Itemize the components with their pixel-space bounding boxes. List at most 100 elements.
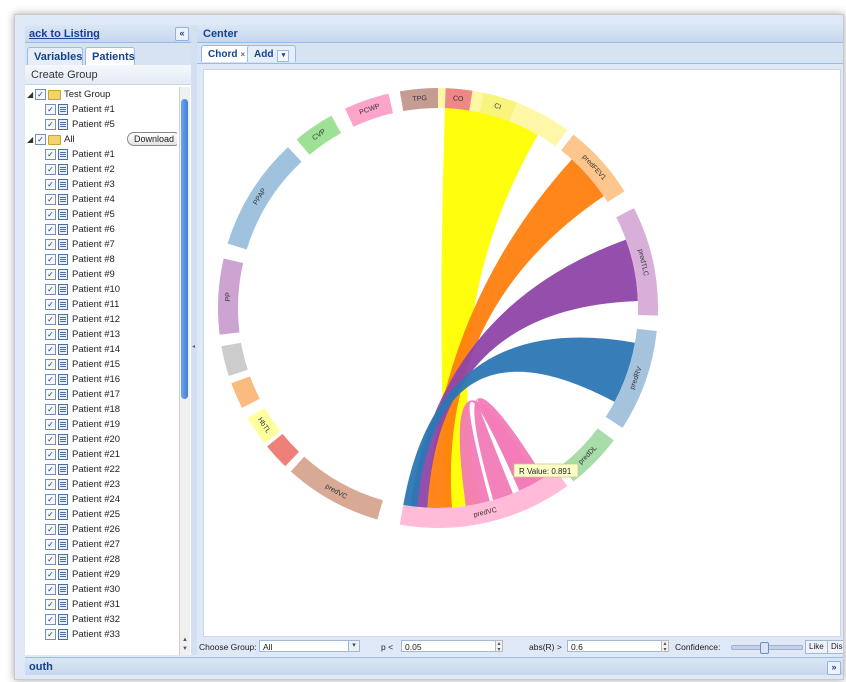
create-group-button[interactable]: Create Group [25,65,191,85]
checkbox[interactable]: ✓ [35,134,46,145]
tree-item[interactable]: ✓ Patient #27 [25,537,177,552]
tree-item[interactable]: ✓ Patient #18 [25,402,177,417]
chord-segment[interactable] [267,433,300,467]
tree-item[interactable]: ✓ Patient #31 [25,597,177,612]
tree-item[interactable]: ✓ Patient #4 [25,192,177,207]
checkbox[interactable]: ✓ [45,343,56,355]
tree-scrollbar[interactable]: ▲ ▼ [179,87,190,655]
chord-segment[interactable] [231,376,260,408]
tab-chord-label[interactable]: Chord [208,49,237,60]
checkbox[interactable]: ✓ [45,118,56,130]
tree-item[interactable]: ✓ Patient #8 [25,252,177,267]
tab-add[interactable]: Add ▾ [247,45,297,62]
like-button[interactable]: Like [805,640,828,654]
tree-item[interactable]: ✓ Patient #28 [25,552,177,567]
checkbox[interactable]: ✓ [45,538,56,550]
tree-item[interactable]: ✓ Patient #3 [25,177,177,192]
checkbox[interactable]: ✓ [45,298,56,310]
chevron-down-icon[interactable]: ▾ [277,50,290,62]
checkbox[interactable]: ✓ [45,373,56,385]
chevron-down-icon[interactable]: ▾ [348,640,360,652]
tree-item[interactable]: ✓ Patient #13 [25,327,177,342]
tree-group[interactable]: ◢ ✓ Test Group [25,87,177,102]
split-arrow-icon[interactable]: ◂ [192,343,195,350]
checkbox[interactable]: ✓ [45,223,56,235]
scroll-down-icon[interactable]: ▼ [181,645,189,653]
tree-item[interactable]: ✓ Patient #22 [25,462,177,477]
tree-item[interactable]: ✓ Patient #5 [25,117,177,132]
checkbox[interactable]: ✓ [45,478,56,490]
tab-chord[interactable]: Chord × [201,45,253,62]
checkbox[interactable]: ✓ [45,583,56,595]
checkbox[interactable]: ✓ [45,208,56,220]
tree-item[interactable]: ✓ Patient #21 [25,447,177,462]
tree-item[interactable]: ✓ Patient #1 [25,102,177,117]
tree-item[interactable]: ✓ Patient #16 [25,372,177,387]
tab-patients[interactable]: Patients [85,47,135,65]
dislike-button[interactable]: Dis [827,640,843,654]
tree-item[interactable]: ✓ Patient #15 [25,357,177,372]
checkbox[interactable]: ✓ [45,283,56,295]
checkbox[interactable]: ✓ [45,103,56,115]
confidence-slider-thumb[interactable] [759,642,769,654]
tree-item[interactable]: ✓ Patient #5 [25,207,177,222]
tab-variables[interactable]: Variables [27,47,83,65]
close-icon[interactable]: × [240,50,245,59]
tree-item[interactable]: ✓ Patient #20 [25,432,177,447]
expand-south-icon[interactable]: » [827,661,841,675]
checkbox[interactable]: ✓ [45,508,56,520]
checkbox[interactable]: ✓ [45,553,56,565]
abs-r-field[interactable]: 0.6 [567,640,663,652]
checkbox[interactable]: ✓ [45,628,56,640]
download-button[interactable]: Download [127,132,177,146]
tree-item[interactable]: ✓ Patient #10 [25,282,177,297]
tree-item[interactable]: ✓ Patient #26 [25,522,177,537]
tree-item[interactable]: ✓ Patient #19 [25,417,177,432]
checkbox[interactable]: ✓ [45,493,56,505]
checkbox[interactable]: ✓ [45,313,56,325]
checkbox[interactable]: ✓ [45,523,56,535]
checkbox[interactable]: ✓ [45,568,56,580]
p-value-field[interactable]: 0.05 [401,640,497,652]
chord-segment[interactable] [227,147,302,250]
tree-item[interactable]: ✓ Patient #14 [25,342,177,357]
tree-item[interactable]: ✓ Patient #17 [25,387,177,402]
checkbox[interactable]: ✓ [45,148,56,160]
checkbox[interactable]: ✓ [45,358,56,370]
checkbox[interactable]: ✓ [45,418,56,430]
checkbox[interactable]: ✓ [45,238,56,250]
tree-item[interactable]: ✓ Patient #24 [25,492,177,507]
checkbox[interactable]: ✓ [45,388,56,400]
checkbox[interactable]: ✓ [45,178,56,190]
abs-r-spinner-icon[interactable]: ▴ ▾ [661,640,669,653]
checkbox[interactable]: ✓ [45,268,56,280]
checkbox[interactable]: ✓ [45,433,56,445]
tree-item[interactable]: ✓ Patient #29 [25,567,177,582]
collapse-west-icon[interactable]: « [175,27,189,41]
tree-item[interactable]: ✓ Patient #12 [25,312,177,327]
back-to-listing-link[interactable]: ack to Listing « [25,25,191,43]
choose-group-combo[interactable]: All [259,640,351,652]
checkbox[interactable]: ✓ [45,163,56,175]
confidence-slider[interactable] [731,642,803,654]
checkbox[interactable]: ✓ [35,89,46,100]
checkbox[interactable]: ✓ [45,253,56,265]
checkbox[interactable]: ✓ [45,463,56,475]
checkbox[interactable]: ✓ [45,448,56,460]
p-spinner-icon[interactable]: ▴ ▾ [495,640,503,653]
scrollbar-thumb[interactable] [181,99,188,399]
tree-group[interactable]: ◢ ✓ All Download [25,132,177,147]
scroll-up-icon[interactable]: ▲ [181,636,189,644]
back-to-listing-label[interactable]: ack to Listing [29,28,100,40]
tree-item[interactable]: ✓ Patient #32 [25,612,177,627]
checkbox[interactable]: ✓ [45,193,56,205]
tree-item[interactable]: ✓ Patient #11 [25,297,177,312]
tree-item[interactable]: ✓ Patient #25 [25,507,177,522]
checkbox[interactable]: ✓ [45,403,56,415]
tree-item[interactable]: ✓ Patient #33 [25,627,177,642]
tree-item[interactable]: ✓ Patient #23 [25,477,177,492]
tab-add-label[interactable]: Add [254,49,273,60]
checkbox[interactable]: ✓ [45,328,56,340]
tree-item[interactable]: ✓ Patient #30 [25,582,177,597]
tree-item[interactable]: ✓ Patient #6 [25,222,177,237]
